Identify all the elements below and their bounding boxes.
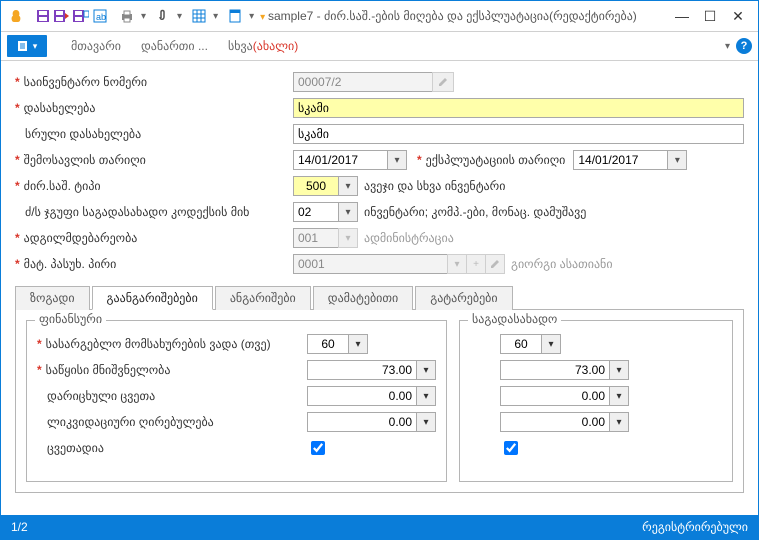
tab-pane: ფინანსური *სასარგებლო მომსახურების ვადა … xyxy=(15,310,744,493)
name-field[interactable] xyxy=(293,98,744,118)
group-tax: საგადასახადო ▾ ▾ ▾ xyxy=(459,320,733,482)
menu-other-new: (ახალი) xyxy=(253,39,298,53)
grid-icon[interactable] xyxy=(190,7,208,25)
close-button[interactable]: ✕ xyxy=(724,5,752,27)
tax-liq-picker-icon[interactable]: ▾ xyxy=(609,412,629,432)
fin-initial-field[interactable] xyxy=(307,360,417,380)
fin-liq-field[interactable] xyxy=(307,412,417,432)
label-resp: მატ. პასუხ. პირი xyxy=(24,257,117,271)
app-window: ab ▾ ▾ ▾ ▾ ▾ sample7 - ძირ.საშ.-ების მიღ… xyxy=(0,0,759,540)
label-useful-life: სასარგებლო მომსახურების ვადა (თვე) xyxy=(46,337,271,351)
loc-code-field xyxy=(293,228,339,248)
label-accum-depr: დარიცხული ცვეთა xyxy=(47,389,155,403)
inv-no-field xyxy=(293,72,433,92)
app-icon xyxy=(7,7,25,25)
type-picker-icon[interactable]: ▾ xyxy=(338,176,358,196)
resp-text: გიორგი ასათიანი xyxy=(511,257,613,271)
tax-code-field[interactable] xyxy=(293,202,339,222)
tax-liq-field[interactable] xyxy=(500,412,610,432)
template-icon[interactable]: ab xyxy=(91,7,109,25)
print-dropdown-icon[interactable]: ▾ xyxy=(141,11,146,22)
statusbar: 1/2 რეგისტრირებული xyxy=(1,515,758,539)
tax-picker-icon[interactable]: ▾ xyxy=(338,202,358,222)
tax-accum-field[interactable] xyxy=(500,386,610,406)
expl-date-field[interactable] xyxy=(573,150,668,170)
inv-no-edit-icon xyxy=(432,72,454,92)
label-initial-value: საწყისი მნიშვნელობა xyxy=(46,363,171,377)
save-new-icon[interactable] xyxy=(72,7,90,25)
fin-liq-picker-icon[interactable]: ▾ xyxy=(416,412,436,432)
tax-months-field[interactable] xyxy=(500,334,542,354)
tab-general[interactable]: ზოგადი xyxy=(15,286,90,310)
save-close-icon[interactable] xyxy=(53,7,71,25)
print-icon[interactable] xyxy=(118,7,136,25)
maximize-button[interactable]: ☐ xyxy=(696,5,724,27)
title-prefix: sample7 - xyxy=(268,9,324,23)
label-liquidation: ლიკვიდაციური ღირებულება xyxy=(47,415,214,429)
tax-months-picker-icon[interactable]: ▾ xyxy=(541,334,561,354)
label-expl-date: ექსპლუატაციის თარიღი xyxy=(426,153,566,167)
file-menu-button[interactable]: ▾ xyxy=(7,35,47,57)
label-full-name: სრული დასახელება xyxy=(25,127,141,141)
menu-overflow-icon[interactable]: ▾ xyxy=(725,41,730,52)
group-tax-title: საგადასახადო xyxy=(468,312,561,326)
attach-icon[interactable] xyxy=(154,7,172,25)
fin-months-picker-icon[interactable]: ▾ xyxy=(348,334,368,354)
label-income-date: შემოსავლის თარიღი xyxy=(24,153,146,167)
tab-operations[interactable]: გატარებები xyxy=(415,286,512,310)
fin-depreciable-checkbox[interactable] xyxy=(311,441,325,455)
resp-edit-icon xyxy=(485,254,505,274)
income-date-field[interactable] xyxy=(293,150,388,170)
fin-accum-picker-icon[interactable]: ▾ xyxy=(416,386,436,406)
tax-accum-picker-icon[interactable]: ▾ xyxy=(609,386,629,406)
status-state: რეგისტრირებული xyxy=(642,520,748,534)
fin-initial-picker-icon[interactable]: ▾ xyxy=(416,360,436,380)
title-main: ძირ.საშ.-ების მიღება და ექსპლუატაცია(რედ… xyxy=(324,9,637,23)
menu-main[interactable]: მთავარი xyxy=(61,39,131,53)
form-area: *საინვენტარო ნომერი *დასახელება სრული და… xyxy=(1,61,758,515)
resp-picker-icon: ▾ xyxy=(447,254,467,274)
label-name: დასახელება xyxy=(24,101,96,115)
label-tax-group: ძ/ს ჯგუფი საგადასახადო კოდექსის მიხ xyxy=(25,205,249,219)
menu-other[interactable]: სხვა(ახალი) xyxy=(218,39,308,53)
full-name-field[interactable] xyxy=(293,124,744,144)
minimize-button[interactable]: — xyxy=(668,5,696,27)
help-icon[interactable]: ? xyxy=(736,38,752,54)
type-code-field[interactable] xyxy=(293,176,339,196)
loc-picker-icon: ▾ xyxy=(338,228,358,248)
label-inv-no: საინვენტარო ნომერი xyxy=(24,75,147,89)
loc-text: ადმინისტრაცია xyxy=(364,231,454,245)
tab-additional[interactable]: დამატებითი xyxy=(313,286,413,310)
tax-initial-picker-icon[interactable]: ▾ xyxy=(609,360,629,380)
resp-code-field xyxy=(293,254,448,274)
status-page: 1/2 xyxy=(11,520,28,534)
svg-text:ab: ab xyxy=(96,12,106,22)
fin-accum-field[interactable] xyxy=(307,386,417,406)
resp-add-icon: + xyxy=(466,254,486,274)
label-type: ძირ.საშ. ტიპი xyxy=(24,179,101,193)
tax-depreciable-checkbox[interactable] xyxy=(504,441,518,455)
group-financial-title: ფინანსური xyxy=(35,312,106,326)
window-title: ▾ sample7 - ძირ.საშ.-ების მიღება და ექსპ… xyxy=(254,9,668,23)
attach-dropdown-icon[interactable]: ▾ xyxy=(177,11,182,22)
tab-accounts[interactable]: ანგარიშები xyxy=(215,286,311,310)
grid-dropdown-icon[interactable]: ▾ xyxy=(213,11,218,22)
fin-months-field[interactable] xyxy=(307,334,349,354)
tax-text: ინვენტარი; კომპ.-ები, მონაც. დამუშავე xyxy=(364,205,586,219)
doc-icon[interactable] xyxy=(226,7,244,25)
save-icon[interactable] xyxy=(34,7,52,25)
titlebar: ab ▾ ▾ ▾ ▾ ▾ sample7 - ძირ.საშ.-ების მიღ… xyxy=(1,1,758,32)
group-financial: ფინანსური *სასარგებლო მომსახურების ვადა … xyxy=(26,320,447,482)
type-text: ავეჯი და სხვა ინვენტარი xyxy=(364,179,505,193)
label-location: ადგილმდებარეობა xyxy=(24,231,138,245)
tab-calculations[interactable]: გაანგარიშებები xyxy=(92,286,213,310)
expl-date-picker-icon[interactable]: ▾ xyxy=(667,150,687,170)
menu-attachment[interactable]: დანართი ... xyxy=(131,39,218,53)
menubar: ▾ მთავარი დანართი ... სხვა(ახალი) ▾ ? xyxy=(1,32,758,61)
menu-other-label: სხვა xyxy=(228,39,253,53)
income-date-picker-icon[interactable]: ▾ xyxy=(387,150,407,170)
tax-initial-field[interactable] xyxy=(500,360,610,380)
tabstrip: ზოგადი გაანგარიშებები ანგარიშები დამატებ… xyxy=(15,285,744,310)
label-depreciable: ცვეთადია xyxy=(47,441,104,455)
